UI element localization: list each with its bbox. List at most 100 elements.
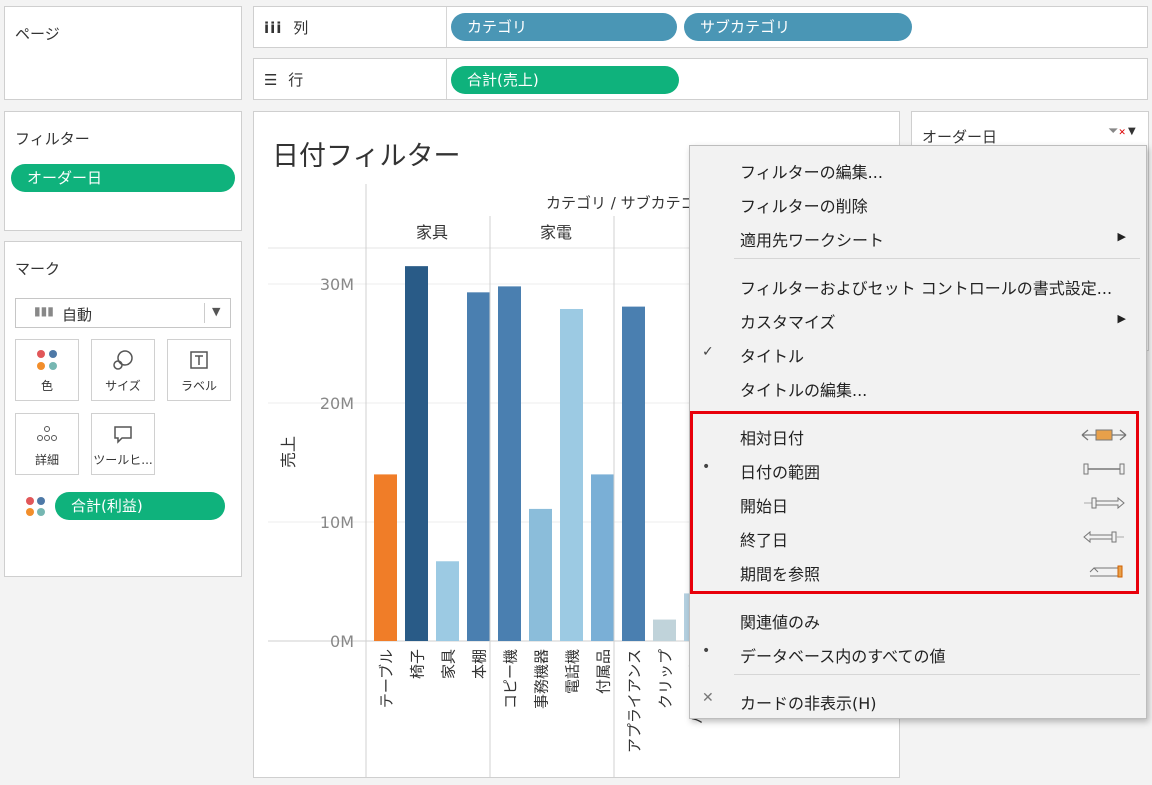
- bar: [436, 561, 459, 641]
- size-label: サイズ: [105, 379, 141, 393]
- columns-label-row: iii 列: [264, 17, 308, 38]
- bullet-icon: •: [702, 643, 711, 659]
- x-tick-label: コピー機: [502, 649, 520, 709]
- bullet-icon: •: [702, 459, 711, 475]
- menu-format-controls[interactable]: フィルターおよびセット コントロールの書式設定...: [740, 275, 1112, 299]
- start-date-icon: [1082, 495, 1126, 515]
- group-label: 家具: [416, 223, 448, 242]
- browse-periods-icon: [1088, 563, 1124, 583]
- y-tick-label: 30M: [320, 275, 354, 294]
- pill-sum-profit[interactable]: 合計(利益): [55, 492, 225, 520]
- bar: [622, 306, 645, 641]
- menu-end-date[interactable]: 終了日: [740, 527, 788, 551]
- menu-apply-to-worksheets[interactable]: 適用先ワークシート: [740, 227, 884, 251]
- tooltip-label: ツールヒ...: [93, 453, 153, 467]
- label-button[interactable]: ラベル: [167, 339, 231, 401]
- filter-context-menu: フィルターの編集... フィルターの削除 適用先ワークシート ▶ フィルターおよ…: [689, 145, 1147, 719]
- menu-separator: [734, 674, 1140, 675]
- rows-shelf[interactable]: ☰ 行 合計(売上): [253, 58, 1148, 100]
- label-label: ラベル: [180, 379, 217, 393]
- bar-chart-icon: ▮▮▮: [34, 304, 54, 318]
- text-t-icon: [168, 348, 230, 377]
- filter-pill-order-date[interactable]: オーダー日: [11, 164, 235, 192]
- y-tick-label: 10M: [320, 513, 354, 532]
- bar: [529, 508, 552, 641]
- detail-button[interactable]: 詳細: [15, 413, 79, 475]
- rows-divider: [446, 59, 447, 99]
- color-label: 色: [40, 379, 53, 393]
- close-icon: ✕: [702, 690, 714, 706]
- x-tick-label: 付属品: [595, 649, 613, 694]
- menu-edit-filter[interactable]: フィルターの編集...: [740, 159, 883, 183]
- dropdown-divider: [204, 303, 205, 323]
- menu-date-range[interactable]: 日付の範囲: [740, 459, 820, 483]
- x-tick-label: 電話機: [564, 649, 582, 694]
- x-tick-label: 家具: [440, 649, 458, 679]
- check-icon: ✓: [702, 344, 714, 360]
- rows-label: 行: [288, 71, 304, 89]
- marks-panel: マーク ▮▮▮ 自動 ▼ 色 サイズ ラベル 詳細 ツールヒ... 合計(利益): [4, 241, 242, 577]
- x-tick-label: クリップ: [657, 649, 675, 709]
- size-icon: [92, 348, 154, 377]
- bar: [653, 619, 676, 641]
- menu-hide-card[interactable]: カードの非表示(H): [740, 690, 877, 714]
- bar: [467, 292, 490, 641]
- chevron-down-icon: ▼: [212, 305, 221, 318]
- relative-date-icon: [1080, 427, 1128, 447]
- menu-relevant-values-only[interactable]: 関連値のみ: [740, 609, 820, 633]
- tooltip-icon: [92, 422, 154, 451]
- bar: [560, 308, 583, 641]
- x-tick-label: テーブル: [378, 649, 396, 708]
- menu-customize[interactable]: カスタマイズ: [740, 309, 836, 333]
- detail-dots-icon: [16, 422, 78, 451]
- y-tick-label: 0M: [330, 632, 354, 651]
- detail-label: 詳細: [34, 453, 59, 467]
- submenu-arrow-icon: ▶: [1117, 230, 1126, 243]
- y-tick-label: 20M: [320, 394, 354, 413]
- columns-label: 列: [293, 19, 309, 37]
- menu-remove-filter[interactable]: フィルターの削除: [740, 193, 868, 217]
- columns-divider: [446, 7, 447, 47]
- menu-browse-periods[interactable]: 期間を参照: [740, 561, 820, 585]
- filter-card-title: オーダー日: [922, 128, 998, 146]
- bar: [405, 266, 428, 641]
- group-label: 家電: [540, 223, 572, 242]
- pill-subcategory[interactable]: サブカテゴリ: [684, 13, 912, 41]
- x-tick-label: 椅子: [409, 649, 427, 679]
- mark-type-dropdown[interactable]: ▮▮▮ 自動 ▼: [15, 298, 231, 328]
- filter-card-dropdown-icon[interactable]: ▼: [1128, 126, 1136, 137]
- x-tick-label: 本棚: [471, 649, 489, 679]
- date-range-icon: [1082, 461, 1126, 481]
- size-button[interactable]: サイズ: [91, 339, 155, 401]
- menu-all-values-in-database[interactable]: データベース内のすべての値: [740, 643, 945, 667]
- mark-type-label: 自動: [62, 306, 93, 324]
- end-date-icon: [1082, 529, 1126, 549]
- filter-funnel-icon[interactable]: ⏷✕: [1108, 124, 1126, 139]
- pill-sum-sales[interactable]: 合計(売上): [451, 66, 679, 94]
- menu-start-date[interactable]: 開始日: [740, 493, 788, 517]
- x-tick-label: アプライアンス: [626, 649, 644, 753]
- column-header: カテゴリ / サブカテゴリ: [546, 194, 711, 212]
- y-axis-label: 売上: [279, 436, 298, 468]
- bar: [374, 474, 397, 641]
- columns-shelf[interactable]: iii 列 カテゴリ サブカテゴリ: [253, 6, 1148, 48]
- rows-label-row: ☰ 行: [264, 69, 303, 90]
- bar: [591, 474, 614, 641]
- color-legend-icon: [25, 496, 47, 522]
- color-button[interactable]: 色: [15, 339, 79, 401]
- bar: [498, 286, 521, 641]
- columns-icon: iii: [264, 19, 283, 37]
- pill-category[interactable]: カテゴリ: [451, 13, 677, 41]
- menu-separator: [734, 258, 1140, 259]
- submenu-arrow-icon: ▶: [1117, 312, 1126, 325]
- filters-title: フィルター: [15, 130, 90, 148]
- color-dots-icon: [16, 348, 78, 377]
- pages-title: ページ: [15, 25, 60, 43]
- menu-relative-date[interactable]: 相対日付: [740, 425, 804, 449]
- menu-edit-title[interactable]: タイトルの編集...: [740, 377, 867, 401]
- menu-title[interactable]: タイトル: [740, 343, 804, 367]
- tooltip-button[interactable]: ツールヒ...: [91, 413, 155, 475]
- marks-title: マーク: [15, 260, 61, 278]
- rows-icon: ☰: [264, 71, 278, 89]
- pages-panel: ページ: [4, 6, 242, 100]
